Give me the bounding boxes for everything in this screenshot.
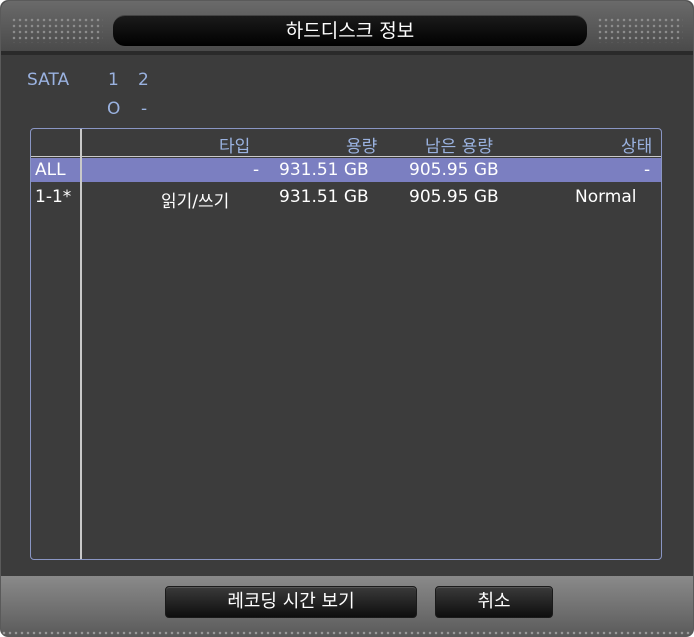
title-dots-left xyxy=(11,17,103,43)
row-id: ALL xyxy=(35,160,66,180)
sata-port-1: 1 xyxy=(108,70,119,90)
row-id: 1-1* xyxy=(35,187,72,207)
row-type: - xyxy=(253,160,260,180)
record-time-button[interactable]: 레코딩 시간 보기 xyxy=(165,586,417,618)
col-header-capacity: 용량 xyxy=(346,137,378,157)
disk-table: 타입 용량 남은 용량 상태 ALL - 931.51 GB 905.95 GB… xyxy=(30,128,662,560)
col-header-type: 타입 xyxy=(219,137,251,157)
table-row-disk[interactable]: 1-1* 읽기/쓰기 931.51 GB 905.95 GB Normal xyxy=(31,185,661,212)
dialog-title: 하드디스크 정보 xyxy=(113,15,587,46)
row-type: 읽기/쓰기 xyxy=(161,192,230,212)
button-bar: 레코딩 시간 보기 취소 xyxy=(1,576,693,636)
sata-port-2: 2 xyxy=(138,70,149,90)
row-capacity: 931.51 GB xyxy=(279,187,369,207)
row-status: - xyxy=(644,160,651,180)
row-remaining: 905.95 GB xyxy=(409,187,499,207)
title-separator xyxy=(1,51,693,55)
sata-port-1-status: O xyxy=(107,99,121,119)
row-status: Normal xyxy=(575,187,637,207)
header-divider xyxy=(31,156,661,157)
row-capacity: 931.51 GB xyxy=(279,160,369,180)
bottom-dots xyxy=(1,630,693,636)
table-row-all[interactable]: ALL - 931.51 GB 905.95 GB - xyxy=(31,158,661,182)
column-divider xyxy=(80,129,82,559)
col-header-status: 상태 xyxy=(621,137,653,157)
sata-port-2-status: - xyxy=(141,99,148,119)
title-bar: 하드디스크 정보 xyxy=(1,1,693,51)
title-dots-right xyxy=(597,17,683,43)
cancel-button[interactable]: 취소 xyxy=(435,586,553,618)
hdd-info-dialog: 하드디스크 정보 SATA 1 2 O - 타입 용량 남은 용량 상태 ALL… xyxy=(0,0,694,637)
col-header-remaining: 남은 용량 xyxy=(425,137,493,157)
sata-label: SATA xyxy=(27,70,70,90)
row-remaining: 905.95 GB xyxy=(409,160,499,180)
